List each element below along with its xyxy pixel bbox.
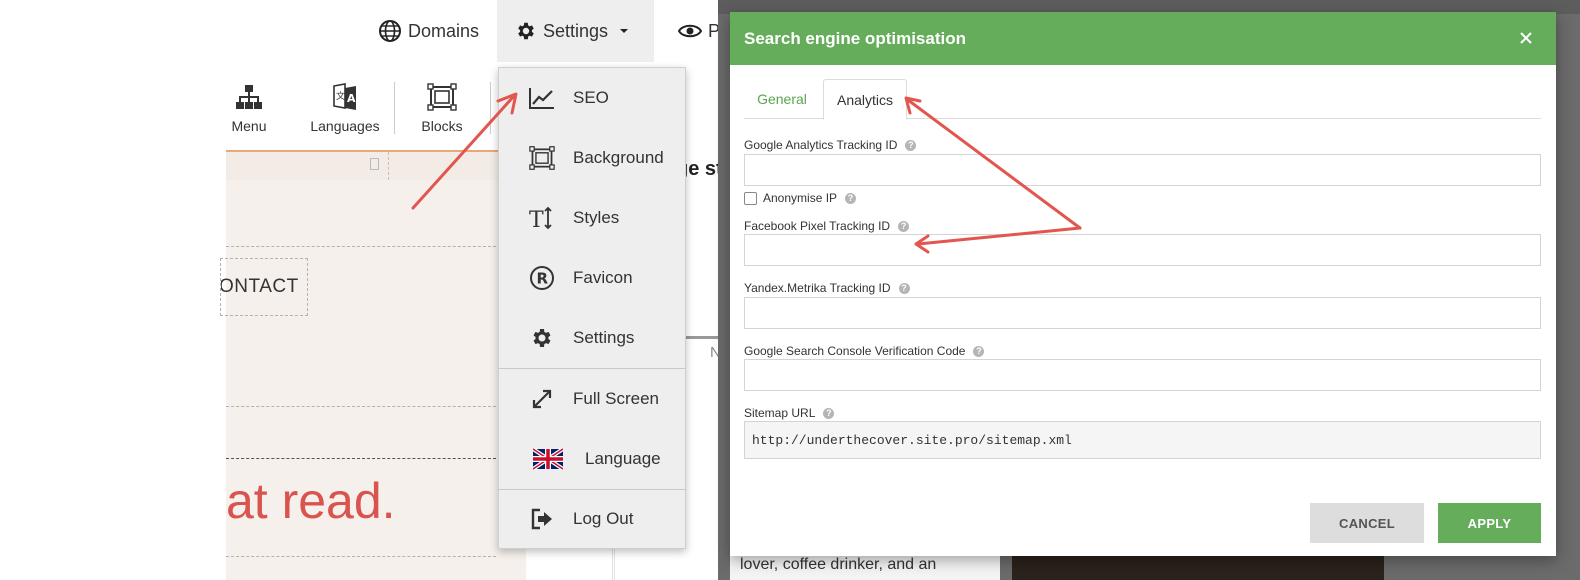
dropdown-item-favicon[interactable]: R Favicon <box>499 248 685 308</box>
fb-pixel-label: Facebook Pixel Tracking ID? <box>744 219 910 233</box>
text-styles-icon: T <box>527 203 557 233</box>
sitemap-url-input[interactable] <box>744 421 1541 459</box>
help-icon[interactable]: ? <box>898 220 910 232</box>
toolbar-blocks-button[interactable]: Blocks <box>394 82 490 134</box>
help-icon[interactable]: ? <box>973 345 985 357</box>
sitemap-url-label-text: Sitemap URL <box>744 406 816 420</box>
settings-nav[interactable]: Settings <box>497 0 654 62</box>
contact-text: ONTACT <box>220 276 299 297</box>
fb-pixel-input[interactable] <box>744 234 1541 266</box>
yandex-metrika-label: Yandex.Metrika Tracking ID? <box>744 281 910 295</box>
blocks-icon <box>427 83 457 111</box>
dropdown-item-label: SEO <box>573 88 609 107</box>
dropdown-item-log-out[interactable]: Log Out <box>499 489 685 549</box>
registered-icon: R <box>527 263 557 293</box>
apply-button[interactable]: APPLY <box>1438 503 1541 543</box>
svg-text:A: A <box>347 92 356 105</box>
help-icon[interactable]: ? <box>898 282 910 294</box>
dropdown-item-language[interactable]: Language <box>499 429 685 489</box>
heading-text: at read. <box>226 473 396 529</box>
modal-title: Search engine optimisation <box>744 28 966 48</box>
help-icon[interactable]: ? <box>823 407 835 419</box>
settings-label: Settings <box>542 20 609 41</box>
uk-flag-icon <box>533 444 563 474</box>
dropdown-item-label: Log Out <box>573 509 634 528</box>
translate-icon: 文 A <box>333 83 356 110</box>
device-icon <box>370 158 379 170</box>
dropdown-item-label: Styles <box>573 208 620 227</box>
toolbar-menu-button[interactable]: Menu <box>201 82 297 134</box>
logout-icon <box>527 504 557 534</box>
svg-text:T: T <box>529 208 544 231</box>
dropdown-item-settings[interactable]: Settings <box>499 308 685 368</box>
expand-icon <box>527 384 557 414</box>
svg-text:R: R <box>537 270 549 288</box>
left-panel <box>0 62 226 580</box>
sitemap-url-label: Sitemap URL? <box>744 406 835 420</box>
sitemap-icon <box>236 85 262 109</box>
domains-label: Domains <box>408 20 480 41</box>
chart-line-icon <box>527 83 557 113</box>
dropdown-item-label: Full Screen <box>573 389 659 408</box>
gear-icon <box>527 323 557 353</box>
ga-tracking-input[interactable] <box>744 154 1541 186</box>
tab-general[interactable]: General <box>744 79 820 119</box>
toolbar-menu-label: Menu <box>231 118 267 134</box>
yandex-metrika-label-text: Yandex.Metrika Tracking ID <box>744 281 891 295</box>
ga-tracking-label: Google Analytics Tracking ID? <box>744 138 917 152</box>
background-icon <box>527 143 557 173</box>
block-outline <box>226 406 496 407</box>
toolbar-languages-label: Languages <box>310 118 380 134</box>
gsc-verification-label-text: Google Search Console Verification Code <box>744 344 966 358</box>
cancel-button[interactable]: CANCEL <box>1310 503 1424 543</box>
modal-tabs: General Analytics <box>744 79 1541 120</box>
anonymise-ip-label: Anonymise IP <box>763 191 838 205</box>
modal-header: Search engine optimisation <box>730 12 1556 65</box>
backdrop-image <box>1012 556 1384 580</box>
dropdown-item-label: Favicon <box>573 268 633 287</box>
block-outline <box>226 246 496 247</box>
seo-modal: Search engine optimisation General Analy… <box>730 12 1556 556</box>
dropdown-item-background[interactable]: Background <box>499 128 685 188</box>
close-icon <box>1520 32 1532 44</box>
ruler-guide <box>388 152 389 180</box>
dropdown-item-label: Language <box>585 449 661 468</box>
svg-text:文: 文 <box>336 90 345 102</box>
dropdown-item-full-screen[interactable]: Full Screen <box>499 369 685 429</box>
caret-down-icon <box>620 29 629 33</box>
toolbar-separator <box>490 82 491 134</box>
help-icon[interactable]: ? <box>845 192 857 204</box>
anonymise-ip-checkbox[interactable] <box>744 191 757 205</box>
close-button[interactable] <box>1516 28 1536 48</box>
tab-analytics[interactable]: Analytics <box>823 79 907 120</box>
anonymise-ip-row: Anonymise IP? <box>744 190 857 206</box>
domains-nav[interactable]: Domains <box>378 0 479 62</box>
help-icon[interactable]: ? <box>905 139 917 151</box>
gsc-verification-input[interactable] <box>744 359 1541 391</box>
eye-icon <box>678 24 702 38</box>
fb-pixel-label-text: Facebook Pixel Tracking ID <box>744 219 891 233</box>
dropdown-item-seo[interactable]: SEO <box>499 68 685 128</box>
yandex-metrika-input[interactable] <box>744 297 1541 329</box>
settings-dropdown: SEO Background T Styles R Favicon Settin… <box>498 67 686 549</box>
toolbar-blocks-label: Blocks <box>421 118 463 134</box>
gear-icon <box>518 22 534 40</box>
ga-tracking-label-text: Google Analytics Tracking ID <box>744 138 898 152</box>
globe-icon <box>379 20 401 42</box>
dropdown-item-styles[interactable]: T Styles <box>499 188 685 248</box>
backdrop-text: lover, coffee drinker, and an <box>740 556 937 573</box>
dropdown-item-label: Settings <box>573 328 635 347</box>
contact-menu-item[interactable]: ONTACT <box>220 258 308 316</box>
dropdown-item-label: Background <box>573 148 664 167</box>
gsc-verification-label: Google Search Console Verification Code? <box>744 344 985 358</box>
block-outline <box>226 556 496 557</box>
toolbar-languages-button[interactable]: 文 A Languages <box>297 82 393 134</box>
block-outline <box>226 458 496 459</box>
